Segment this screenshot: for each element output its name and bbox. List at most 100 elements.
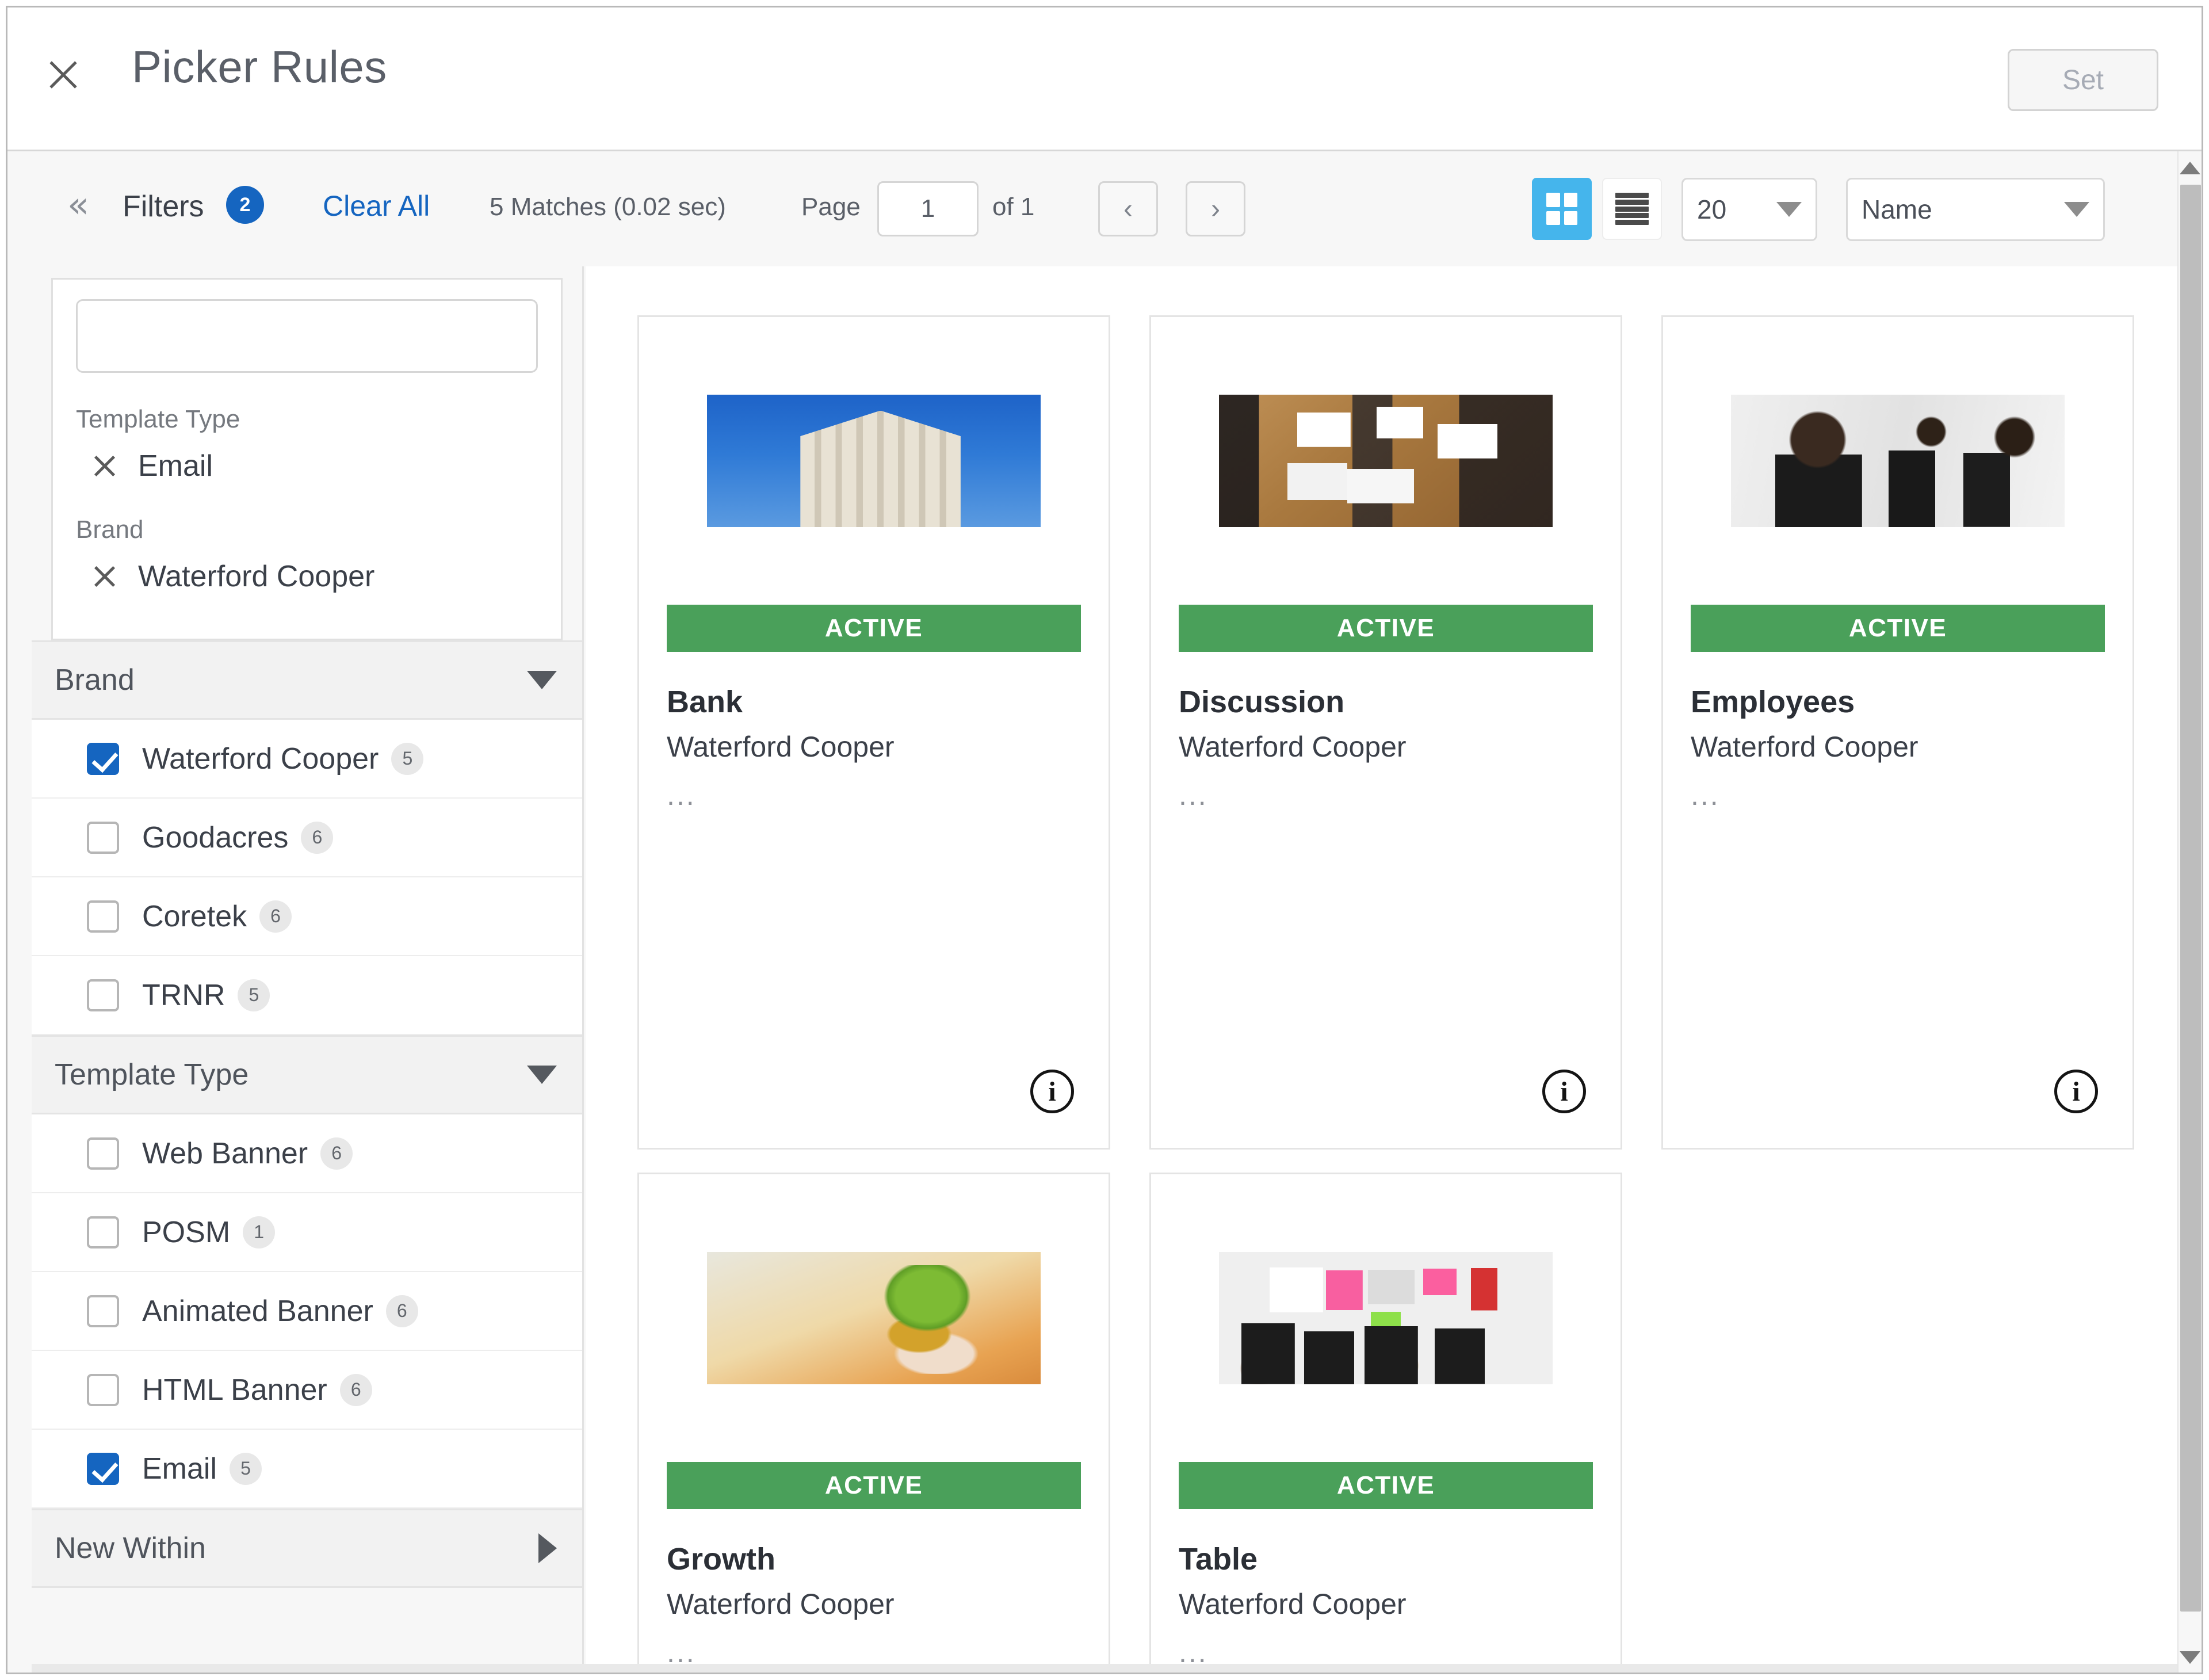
close-icon[interactable] bbox=[91, 452, 119, 480]
facet-option-count: 5 bbox=[391, 742, 424, 775]
previous-page-button[interactable]: ‹ bbox=[1098, 181, 1158, 236]
result-card[interactable]: ACTIVE Bank Waterford Cooper ... i bbox=[637, 315, 1110, 1150]
search-input[interactable] bbox=[76, 299, 538, 373]
chevron-down-icon bbox=[2064, 202, 2089, 217]
result-card[interactable]: ACTIVE Table Waterford Cooper ... i bbox=[1149, 1173, 1622, 1673]
status-badge: ACTIVE bbox=[667, 605, 1081, 652]
facet-title: Template Type bbox=[55, 1058, 249, 1091]
scroll-up-icon[interactable] bbox=[2180, 162, 2200, 174]
checkbox[interactable] bbox=[87, 742, 119, 775]
business-people-thumbnail bbox=[1731, 395, 2065, 527]
info-icon[interactable]: i bbox=[1030, 1070, 1074, 1113]
next-page-button[interactable]: › bbox=[1186, 181, 1245, 236]
filters-label[interactable]: Filters bbox=[123, 189, 204, 224]
info-icon[interactable]: i bbox=[1542, 1070, 1586, 1113]
page-total-label: of 1 bbox=[992, 193, 1035, 221]
page-size-select[interactable]: 20 bbox=[1681, 178, 1817, 241]
checkbox[interactable] bbox=[87, 900, 119, 933]
card-title: Bank bbox=[667, 685, 743, 719]
facet-title: New Within bbox=[55, 1532, 206, 1565]
thumbnail-wrap bbox=[1151, 317, 1621, 605]
facet-option-count: 6 bbox=[259, 900, 292, 933]
facet-header-brand[interactable]: Brand bbox=[32, 640, 582, 720]
facet-title: Brand bbox=[55, 663, 135, 697]
modal-body: « Filters 2 Clear All 5 Matches (0.02 se… bbox=[7, 151, 2202, 1673]
status-badge: ACTIVE bbox=[667, 1462, 1081, 1509]
facet-option-count: 1 bbox=[243, 1216, 276, 1248]
filters-sidebar: Template Type Email Brand Waterford Coop… bbox=[32, 266, 584, 1673]
vertical-scrollbar[interactable] bbox=[2177, 151, 2202, 1673]
triangle-right-icon bbox=[538, 1533, 557, 1563]
clear-all-button[interactable]: Clear All bbox=[323, 189, 430, 223]
checkbox[interactable] bbox=[87, 979, 119, 1011]
list-glyph bbox=[1615, 193, 1649, 225]
result-card[interactable]: ACTIVE Discussion Waterford Cooper ... i bbox=[1149, 315, 1622, 1150]
close-icon[interactable] bbox=[91, 563, 119, 590]
facet-option-goodacres[interactable]: Goodacres 6 bbox=[32, 799, 582, 877]
facet-option-count: 5 bbox=[238, 979, 270, 1011]
page-input[interactable]: 1 bbox=[877, 181, 979, 236]
list-view-icon[interactable] bbox=[1602, 178, 1662, 240]
thumbnail-wrap bbox=[1663, 317, 2132, 605]
close-icon[interactable] bbox=[43, 55, 83, 95]
thumbnail-wrap bbox=[639, 317, 1109, 605]
facet-option-count: 6 bbox=[339, 1373, 372, 1406]
card-brand: Waterford Cooper bbox=[1179, 731, 1407, 763]
set-button[interactable]: Set bbox=[2008, 49, 2158, 111]
tree-in-hand-thumbnail bbox=[707, 1252, 1041, 1384]
facet-option-label: Animated Banner bbox=[142, 1294, 373, 1328]
facet-option-posm[interactable]: POSM 1 bbox=[32, 1193, 582, 1272]
info-icon[interactable]: i bbox=[2054, 1070, 2098, 1113]
chip-group-label: Template Type bbox=[76, 405, 240, 433]
facet-option-label: Coretek bbox=[142, 899, 247, 933]
horizontal-scrollbar[interactable] bbox=[32, 1664, 2177, 1673]
facet-option-label: Email bbox=[142, 1452, 217, 1486]
grid-view-icon[interactable] bbox=[1532, 178, 1592, 240]
result-card[interactable]: ACTIVE Growth Waterford Cooper ... i bbox=[637, 1173, 1110, 1673]
checkbox[interactable] bbox=[87, 1373, 119, 1406]
facet-option-email[interactable]: Email 5 bbox=[32, 1430, 582, 1509]
filters-count-badge: 2 bbox=[226, 186, 264, 224]
card-row: ACTIVE Growth Waterford Cooper ... i ACT… bbox=[637, 1173, 2177, 1673]
facet-option-web-banner[interactable]: Web Banner 6 bbox=[32, 1114, 582, 1193]
chip-group-label: Brand bbox=[76, 516, 144, 544]
checkbox[interactable] bbox=[87, 1295, 119, 1327]
checkbox[interactable] bbox=[87, 1452, 119, 1485]
card-brand: Waterford Cooper bbox=[1691, 731, 1918, 763]
vertical-scrollbar-thumb[interactable] bbox=[2180, 185, 2201, 1612]
results-toolbar: « Filters 2 Clear All 5 Matches (0.02 se… bbox=[7, 151, 2202, 266]
facet-option-count: 6 bbox=[301, 821, 334, 854]
facet-option-label: Waterford Cooper bbox=[142, 742, 379, 776]
checkbox[interactable] bbox=[87, 821, 119, 854]
checkbox[interactable] bbox=[87, 1216, 119, 1248]
facet-option-label: Goodacres bbox=[142, 820, 289, 854]
facet-option-waterford-cooper[interactable]: Waterford Cooper 5 bbox=[32, 720, 582, 799]
chevron-double-left-icon[interactable]: « bbox=[67, 187, 89, 223]
result-card[interactable]: ACTIVE Employees Waterford Cooper ... i bbox=[1661, 315, 2134, 1150]
checkbox[interactable] bbox=[87, 1137, 119, 1170]
facet-header-template-type[interactable]: Template Type bbox=[32, 1035, 582, 1114]
status-badge: ACTIVE bbox=[1179, 605, 1593, 652]
card-title: Employees bbox=[1691, 685, 1855, 719]
triangle-down-icon bbox=[527, 671, 557, 689]
card-brand: Waterford Cooper bbox=[667, 731, 895, 763]
applied-filter-chip[interactable]: Waterford Cooper bbox=[91, 559, 538, 594]
card-ellipsis: ... bbox=[1691, 779, 1720, 811]
facet-option-animated-banner[interactable]: Animated Banner 6 bbox=[32, 1272, 582, 1351]
applied-filter-chip[interactable]: Email bbox=[91, 449, 538, 483]
card-title: Growth bbox=[667, 1542, 775, 1576]
facet-option-coretek[interactable]: Coretek 6 bbox=[32, 877, 582, 956]
facet-header-new-within[interactable]: New Within bbox=[32, 1509, 582, 1588]
meeting-table-thumbnail bbox=[1219, 395, 1553, 527]
facet-option-trnr[interactable]: TRNR 5 bbox=[32, 956, 582, 1035]
chip-label: Waterford Cooper bbox=[138, 560, 375, 593]
status-badge: ACTIVE bbox=[1179, 1462, 1593, 1509]
thumbnail-wrap bbox=[1151, 1174, 1621, 1462]
chevron-down-icon bbox=[1776, 202, 1802, 217]
applied-filters-panel: Template Type Email Brand Waterford Coop… bbox=[51, 278, 563, 640]
facet-option-html-banner[interactable]: HTML Banner 6 bbox=[32, 1351, 582, 1430]
scroll-down-icon[interactable] bbox=[2180, 1651, 2200, 1664]
overhead-desk-thumbnail bbox=[1219, 1252, 1553, 1384]
sort-select[interactable]: Name bbox=[1846, 178, 2105, 241]
triangle-down-icon bbox=[527, 1066, 557, 1084]
